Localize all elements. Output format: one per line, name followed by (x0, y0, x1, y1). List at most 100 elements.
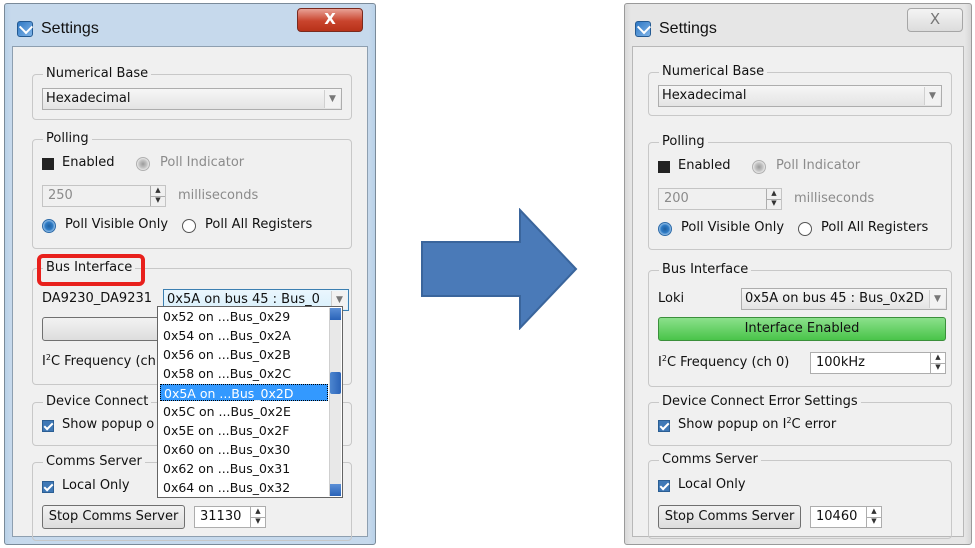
dropdown-option[interactable]: 0x60 on ...Bus_0x30 (160, 441, 328, 458)
title-bar[interactable]: Settings X (625, 4, 971, 44)
group-title: Polling (43, 131, 92, 146)
dropdown-option[interactable]: 0x52 on ...Bus_0x29 (160, 308, 328, 325)
poll-visible-radio[interactable] (42, 219, 56, 233)
poll-indicator-icon (752, 160, 766, 174)
window-title: Settings (659, 20, 717, 37)
spin-down-icon[interactable]: ▼ (931, 363, 945, 373)
poll-interval-spinner[interactable]: 200 ▲ ▼ (658, 188, 782, 210)
stop-comms-server-button[interactable]: Stop Comms Server (42, 505, 185, 529)
local-only-checkbox[interactable] (42, 481, 54, 493)
spinner-value: 250 (48, 188, 73, 203)
dropdown-option[interactable]: 0x58 on ...Bus_0x2C (160, 365, 328, 382)
spinner-value: 10460 (816, 509, 858, 524)
local-only-checkbox[interactable] (658, 480, 670, 492)
numerical-base-select[interactable]: Hexadecimal ▼ (658, 85, 942, 107)
dropdown-option[interactable]: 0x64 on ...Bus_0x32 (160, 479, 328, 496)
app-icon (17, 21, 33, 37)
poll-indicator-label: Poll Indicator (776, 158, 861, 173)
scroll-down-icon[interactable] (330, 484, 341, 496)
spinner-value: 31130 (200, 509, 242, 524)
bus-dropdown-list[interactable]: 0x52 on ...Bus_0x29 0x54 on ...Bus_0x2A 0x… (157, 306, 343, 498)
i2c-frequency-label: I2C Frequency (ch (42, 353, 156, 369)
device-connect-group: Device Connect Error Settings Show popup… (648, 394, 952, 446)
dropdown-option[interactable]: 0x5A on ...Bus_0x2D (160, 384, 328, 401)
chevron-down-icon: ▼ (324, 90, 340, 108)
dropdown-option[interactable]: 0x62 on ...Bus_0x31 (160, 460, 328, 477)
chevron-down-icon: ▼ (924, 87, 940, 105)
bus-select[interactable]: 0x5A on bus 45 : Bus_0x2D ▼ (741, 288, 947, 310)
close-button[interactable]: X (297, 8, 363, 32)
port-spinner[interactable]: 10460 ▲ ▼ (810, 506, 882, 528)
polling-group: Polling Enabled Poll Indicator 200 ▲ ▼ mi… (648, 134, 952, 250)
select-value: Hexadecimal (46, 91, 131, 106)
show-popup-checkbox[interactable] (42, 420, 54, 432)
poll-visible-label: Poll Visible Only (65, 217, 169, 232)
polling-group: Polling Enabled Poll Indicator 250 ▲ ▼ mi… (32, 131, 352, 249)
select-value: 0x5A on bus 45 : Bus_0 (167, 292, 320, 307)
enabled-checkbox[interactable] (658, 161, 670, 173)
title-bar[interactable]: Settings X (5, 4, 375, 44)
device-label: DA9230_DA9231 (42, 291, 153, 306)
numerical-base-group: Numerical Base Hexadecimal ▼ (32, 66, 352, 120)
poll-indicator-label: Poll Indicator (160, 155, 245, 170)
spinner-value: 100kHz (816, 355, 865, 370)
poll-all-radio[interactable] (798, 222, 812, 236)
dropdown-option[interactable]: 0x56 on ...Bus_0x2B (160, 346, 328, 363)
poll-all-radio[interactable] (182, 219, 196, 233)
port-spinner[interactable]: 31130 ▲ ▼ (194, 506, 266, 528)
spin-down-icon[interactable]: ▼ (151, 196, 165, 206)
spin-down-icon[interactable]: ▼ (251, 517, 265, 527)
group-title: Bus Interface (659, 262, 752, 277)
scroll-thumb[interactable] (330, 372, 341, 394)
local-only-label: Local Only (678, 477, 746, 492)
poll-interval-spinner[interactable]: 250 ▲ ▼ (42, 185, 166, 207)
show-popup-label: Show popup o (62, 417, 155, 432)
numerical-base-select[interactable]: Hexadecimal ▼ (42, 88, 342, 110)
select-value: Hexadecimal (662, 88, 747, 103)
poll-all-label: Poll All Registers (205, 217, 313, 232)
close-button[interactable]: X (907, 8, 963, 32)
group-title: Device Connect (43, 394, 152, 409)
enabled-checkbox[interactable] (42, 158, 54, 170)
i2c-frequency-spinner[interactable]: 100kHz ▲ ▼ (810, 352, 946, 374)
group-title: Numerical Base (43, 66, 152, 81)
local-only-label: Local Only (62, 478, 130, 493)
poll-visible-radio[interactable] (658, 222, 672, 236)
chevron-down-icon: ▼ (929, 290, 945, 308)
enabled-label: Enabled (678, 158, 731, 173)
show-popup-checkbox[interactable] (658, 420, 670, 432)
spin-down-icon[interactable]: ▼ (767, 199, 781, 209)
group-title: Comms Server (43, 454, 145, 469)
arrow-right-icon (421, 208, 578, 330)
dropdown-scrollbar[interactable] (329, 308, 341, 496)
settings-window-after: Settings X Numerical Base Hexadecimal ▼ … (624, 3, 972, 545)
interval-unit-label: milliseconds (178, 188, 259, 203)
group-title: Polling (659, 134, 708, 149)
spinner-value: 200 (664, 191, 689, 206)
dropdown-option[interactable]: 0x5C on ...Bus_0x2E (160, 403, 328, 420)
group-title: Numerical Base (659, 64, 768, 79)
enabled-label: Enabled (62, 155, 115, 170)
scroll-up-icon[interactable] (330, 308, 341, 320)
show-popup-label: Show popup on I2C error (678, 416, 837, 432)
settings-panel: Numerical Base Hexadecimal ▼ Polling Ena… (632, 46, 964, 539)
spin-down-icon[interactable]: ▼ (867, 517, 881, 527)
interface-enabled-button[interactable]: Interface Enabled (658, 317, 946, 341)
interval-unit-label: milliseconds (794, 191, 875, 206)
bus-interface-group: Bus Interface Loki 0x5A on bus 45 : Bus_… (648, 262, 952, 387)
device-label: Loki (658, 291, 685, 306)
i2c-frequency-label: I2C Frequency (ch 0) (658, 354, 790, 370)
dropdown-option[interactable]: 0x5E on ...Bus_0x2F (160, 422, 328, 439)
poll-all-label: Poll All Registers (821, 220, 929, 235)
dropdown-option[interactable]: 0x54 on ...Bus_0x2A (160, 327, 328, 344)
stop-comms-server-button[interactable]: Stop Comms Server (658, 505, 801, 529)
poll-visible-label: Poll Visible Only (681, 220, 785, 235)
group-title: Device Connect Error Settings (659, 394, 861, 409)
window-title: Settings (41, 20, 99, 37)
numerical-base-group: Numerical Base Hexadecimal ▼ (648, 64, 952, 116)
poll-indicator-icon (136, 157, 150, 171)
group-title: Comms Server (659, 452, 761, 467)
app-icon (635, 21, 651, 37)
highlight-box (37, 254, 145, 286)
select-value: 0x5A on bus 45 : Bus_0x2D (745, 291, 924, 306)
